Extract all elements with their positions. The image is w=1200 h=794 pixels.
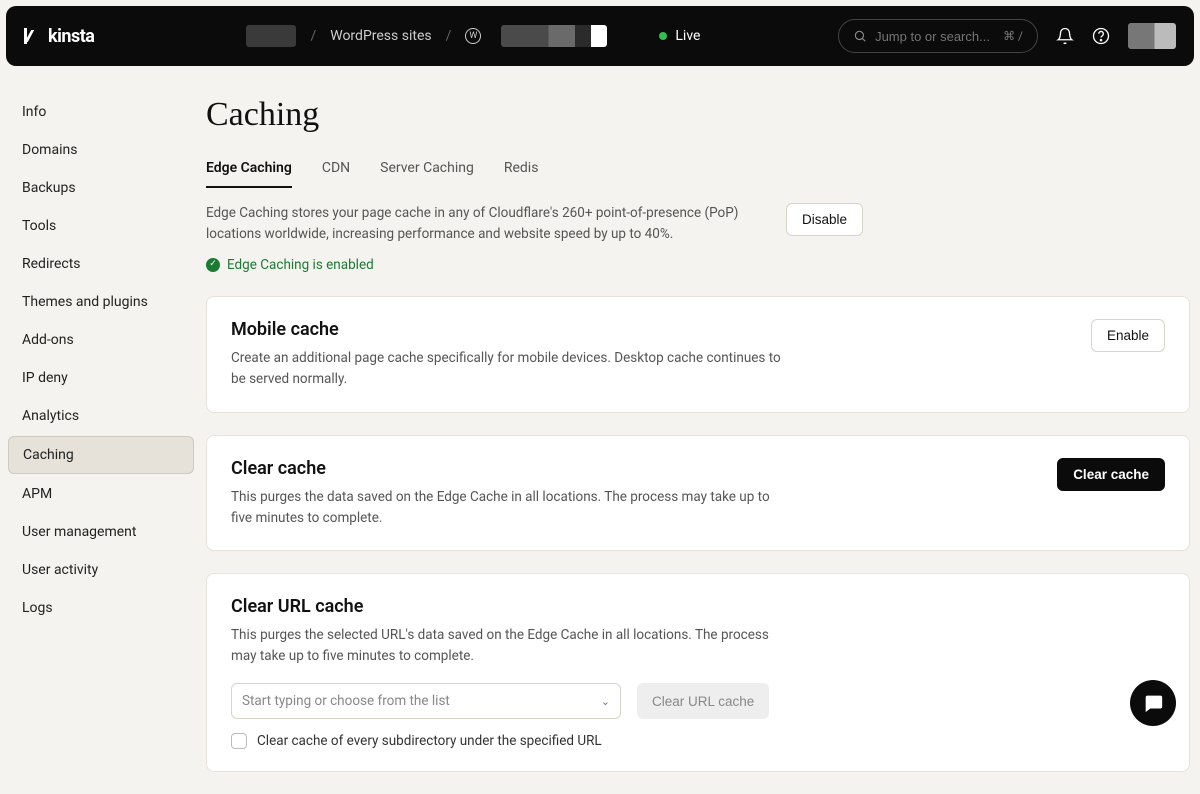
tab-label: CDN — [322, 160, 350, 176]
sidebar-item-label: Info — [22, 104, 46, 120]
sidebar-item-label: IP deny — [22, 370, 68, 386]
sidebar-item-analytics[interactable]: Analytics — [8, 398, 194, 434]
brand-mark-icon — [24, 28, 40, 44]
mobile-cache-card: Mobile cache Create an additional page c… — [206, 296, 1190, 413]
check-circle-icon: ✓ — [206, 258, 220, 272]
sidebar-item-redirects[interactable]: Redirects — [8, 246, 194, 282]
status-dot-icon — [659, 32, 667, 40]
search-input[interactable]: ⌘ / — [838, 19, 1038, 53]
sidebar: Info Domains Backups Tools Redirects The… — [0, 72, 200, 794]
url-combobox[interactable]: Start typing or choose from the list ⌄ — [231, 683, 621, 719]
sidebar-item-label: User management — [22, 524, 136, 540]
tab-label: Edge Caching — [206, 160, 292, 176]
checkbox-icon[interactable] — [231, 733, 247, 749]
clear-url-cache-title: Clear URL cache — [231, 596, 1165, 617]
sidebar-item-tools[interactable]: Tools — [8, 208, 194, 244]
disable-edge-caching-button[interactable]: Disable — [786, 203, 863, 236]
checkbox-label: Clear cache of every subdirectory under … — [257, 733, 602, 749]
help-button[interactable] — [1092, 27, 1110, 45]
sidebar-item-logs[interactable]: Logs — [8, 590, 194, 626]
sidebar-item-add-ons[interactable]: Add-ons — [8, 322, 194, 358]
sidebar-item-label: Analytics — [22, 408, 79, 424]
sidebar-item-label: Themes and plugins — [22, 294, 148, 310]
help-icon — [1092, 27, 1110, 45]
search-icon — [853, 29, 867, 43]
search-field[interactable] — [875, 29, 995, 44]
status-text: Edge Caching is enabled — [227, 255, 374, 276]
main-content: Caching Edge Caching CDN Server Caching … — [200, 72, 1200, 794]
sidebar-item-caching[interactable]: Caching — [8, 436, 194, 474]
clear-subdirectories-option[interactable]: Clear cache of every subdirectory under … — [231, 733, 1165, 749]
crumb-separator: / — [446, 28, 452, 44]
sidebar-item-label: Caching — [23, 447, 74, 463]
environment-label: Live — [675, 28, 700, 44]
page-title: Caching — [206, 96, 1190, 134]
sidebar-item-label: Tools — [22, 218, 56, 234]
sidebar-item-info[interactable]: Info — [8, 94, 194, 130]
mobile-cache-description: Create an additional page cache specific… — [231, 348, 791, 390]
sidebar-item-ip-deny[interactable]: IP deny — [8, 360, 194, 396]
crumb-wp-sites[interactable]: WordPress sites — [330, 28, 431, 44]
edge-caching-description: Edge Caching stores your page cache in a… — [206, 203, 766, 245]
brand-logo[interactable]: kinsta — [24, 26, 94, 47]
sidebar-item-label: Logs — [22, 600, 53, 616]
tab-label: Server Caching — [380, 160, 474, 176]
sidebar-item-label: Domains — [22, 142, 77, 158]
search-shortcut: ⌘ / — [1003, 29, 1023, 43]
sidebar-item-label: Redirects — [22, 256, 81, 272]
chevron-down-icon: ⌄ — [601, 695, 610, 708]
tab-label: Redis — [504, 160, 539, 176]
tab-server-caching[interactable]: Server Caching — [380, 160, 474, 188]
url-combobox-placeholder: Start typing or choose from the list — [242, 693, 450, 709]
chat-icon — [1142, 692, 1164, 714]
edge-caching-status: ✓ Edge Caching is enabled — [206, 255, 766, 276]
enable-mobile-cache-button[interactable]: Enable — [1091, 319, 1165, 352]
sidebar-item-domains[interactable]: Domains — [8, 132, 194, 168]
sidebar-item-user-activity[interactable]: User activity — [8, 552, 194, 588]
brand-name: kinsta — [48, 26, 94, 47]
tab-cdn[interactable]: CDN — [322, 160, 350, 188]
crumb-org-placeholder[interactable] — [246, 25, 296, 47]
clear-cache-description: This purges the data saved on the Edge C… — [231, 487, 791, 529]
tab-redis[interactable]: Redis — [504, 160, 539, 188]
mobile-cache-title: Mobile cache — [231, 319, 1071, 340]
tab-edge-caching[interactable]: Edge Caching — [206, 160, 292, 188]
tabs: Edge Caching CDN Server Caching Redis — [206, 160, 1190, 189]
sidebar-item-label: APM — [22, 486, 52, 502]
notifications-button[interactable] — [1056, 27, 1074, 45]
sidebar-item-apm[interactable]: APM — [8, 476, 194, 512]
sidebar-item-themes-plugins[interactable]: Themes and plugins — [8, 284, 194, 320]
topbar: kinsta / WordPress sites / W Live ⌘ / — [6, 6, 1194, 66]
clear-cache-title: Clear cache — [231, 458, 1037, 479]
bell-icon — [1056, 27, 1074, 45]
sidebar-item-label: User activity — [22, 562, 98, 578]
sidebar-item-label: Add-ons — [22, 332, 74, 348]
chat-button[interactable] — [1130, 680, 1176, 726]
clear-url-cache-button[interactable]: Clear URL cache — [637, 683, 769, 719]
sidebar-item-backups[interactable]: Backups — [8, 170, 194, 206]
clear-cache-button[interactable]: Clear cache — [1057, 458, 1165, 491]
sidebar-item-user-management[interactable]: User management — [8, 514, 194, 550]
environment-indicator[interactable]: Live — [659, 28, 700, 44]
crumb-site-placeholder[interactable] — [501, 25, 607, 47]
crumb-separator: / — [310, 28, 316, 44]
account-menu[interactable] — [1128, 23, 1176, 49]
clear-url-cache-card: Clear URL cache This purges the selected… — [206, 573, 1190, 772]
breadcrumb: / WordPress sites / W — [246, 25, 607, 47]
sidebar-item-label: Backups — [22, 180, 76, 196]
wordpress-icon: W — [465, 28, 481, 44]
clear-cache-card: Clear cache This purges the data saved o… — [206, 435, 1190, 552]
clear-url-cache-description: This purges the selected URL's data save… — [231, 625, 791, 667]
